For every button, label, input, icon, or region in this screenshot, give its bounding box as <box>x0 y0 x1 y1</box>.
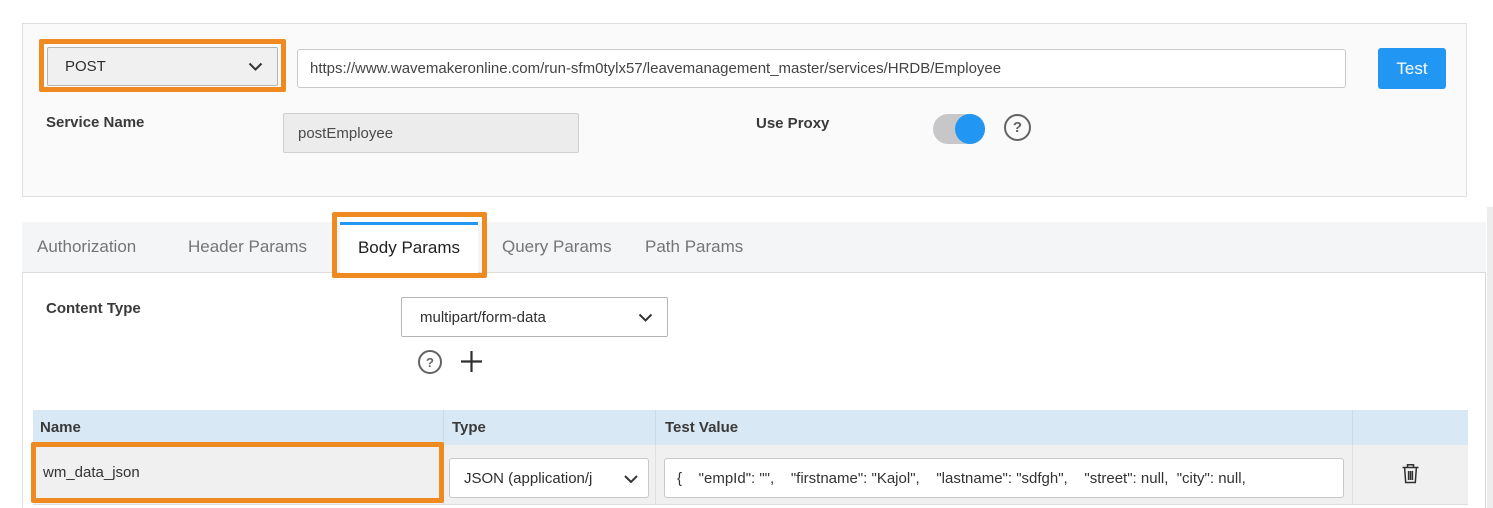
method-highlight-box <box>39 39 286 92</box>
params-table-header: Name Type Test Value <box>33 410 1468 445</box>
column-header-type: Type <box>444 410 656 445</box>
tab-header-params[interactable]: Header Params <box>188 222 307 272</box>
chevron-down-icon <box>624 470 638 487</box>
param-type-value: JSON (application/j <box>464 470 618 487</box>
tab-query-params[interactable]: Query Params <box>502 222 612 272</box>
content-type-value: multipart/form-data <box>420 309 632 326</box>
delete-param-button[interactable] <box>1396 458 1425 492</box>
tab-authorization[interactable]: Authorization <box>37 222 136 272</box>
vertical-scrollbar[interactable] <box>1487 207 1493 508</box>
service-name-field-wrap <box>283 113 579 153</box>
chevron-down-icon <box>638 309 653 326</box>
use-proxy-toggle[interactable] <box>933 114 985 144</box>
proxy-help-icon[interactable]: ? <box>1004 114 1031 141</box>
test-value-field-wrap <box>664 458 1344 498</box>
service-name-input[interactable] <box>283 113 579 153</box>
trash-icon <box>1400 473 1421 488</box>
param-actions-cell <box>1353 445 1468 504</box>
use-proxy-label: Use Proxy <box>756 115 829 132</box>
test-value-input[interactable] <box>664 458 1344 498</box>
add-param-icon[interactable] <box>457 347 485 375</box>
column-header-name: Name <box>33 410 444 445</box>
table-row: wm_data_json JSON (application/j <box>33 445 1468 505</box>
request-panel: POST Test Service Name Use Proxy ? <box>22 23 1467 197</box>
param-name-highlight-box: wm_data_json <box>31 442 444 503</box>
params-table: Name Type Test Value wm_data_json JSON (… <box>33 410 1468 505</box>
content-type-help-icon[interactable]: ? <box>418 350 442 374</box>
content-type-dropdown[interactable]: multipart/form-data <box>401 297 668 337</box>
params-tab-bar: Authorization Header Params Body Params … <box>22 222 1486 273</box>
content-type-label: Content Type <box>46 300 141 317</box>
url-field-wrap <box>297 49 1346 88</box>
param-name-cell: wm_data_json <box>33 445 444 504</box>
column-header-test-value: Test Value <box>656 410 1353 445</box>
param-type-cell: JSON (application/j <box>444 445 656 504</box>
toggle-knob-icon <box>955 114 985 144</box>
test-button[interactable]: Test <box>1378 48 1446 89</box>
body-params-panel: Content Type multipart/form-data ? Name … <box>22 273 1486 508</box>
tab-body-params[interactable]: Body Params <box>340 222 478 273</box>
param-type-dropdown[interactable]: JSON (application/j <box>449 458 649 498</box>
tab-path-params[interactable]: Path Params <box>645 222 743 272</box>
column-header-actions <box>1353 410 1468 445</box>
service-name-label: Service Name <box>46 114 144 131</box>
param-name-value[interactable]: wm_data_json <box>43 447 140 498</box>
url-input[interactable] <box>297 49 1346 88</box>
param-test-value-cell <box>656 445 1353 504</box>
